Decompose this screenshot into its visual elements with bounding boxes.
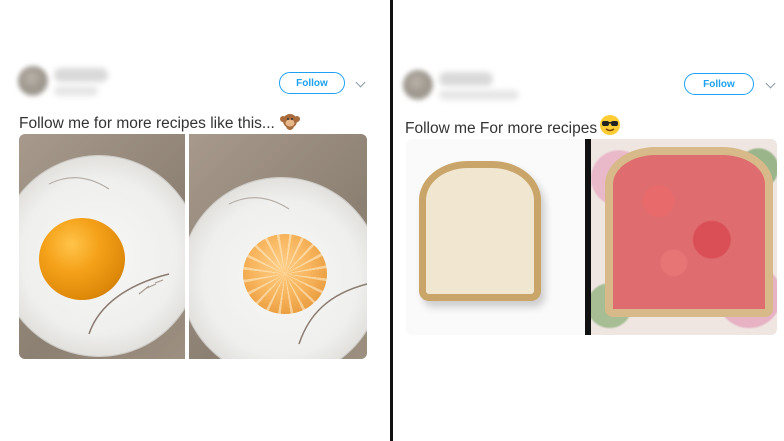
- plain-bread-photo[interactable]: [406, 139, 585, 335]
- avatar[interactable]: [18, 66, 48, 96]
- peeled-orange-photo[interactable]: [189, 134, 367, 359]
- follow-button[interactable]: Follow: [279, 72, 345, 94]
- left-tweet-panel: Follow Follow me for more recipes like t…: [0, 0, 390, 441]
- right-tweet-panel: Follow Follow me For more recipes: [393, 0, 784, 441]
- blurred-username[interactable]: [439, 72, 493, 86]
- jam-toast-photo[interactable]: [591, 139, 777, 335]
- sunglasses-face-emoji-icon: [599, 114, 621, 141]
- blurred-handle: [54, 86, 98, 96]
- blurred-username[interactable]: [54, 68, 108, 82]
- monkey-emoji-icon: [279, 109, 301, 136]
- tweet-text-content: Follow me for more recipes like this...: [19, 115, 275, 132]
- chevron-down-icon[interactable]: [355, 77, 366, 88]
- tweet-text: Follow me For more recipes: [405, 114, 621, 141]
- tweet-media[interactable]: [19, 134, 367, 359]
- tweet-media[interactable]: [406, 139, 777, 335]
- tweet-text-content: Follow me For more recipes: [405, 120, 598, 137]
- whole-orange-photo[interactable]: [19, 134, 185, 359]
- tweet-text: Follow me for more recipes like this...: [19, 109, 301, 136]
- chevron-down-icon[interactable]: [765, 78, 776, 89]
- blurred-handle: [439, 90, 519, 100]
- avatar[interactable]: [403, 70, 433, 100]
- follow-button[interactable]: Follow: [684, 73, 754, 95]
